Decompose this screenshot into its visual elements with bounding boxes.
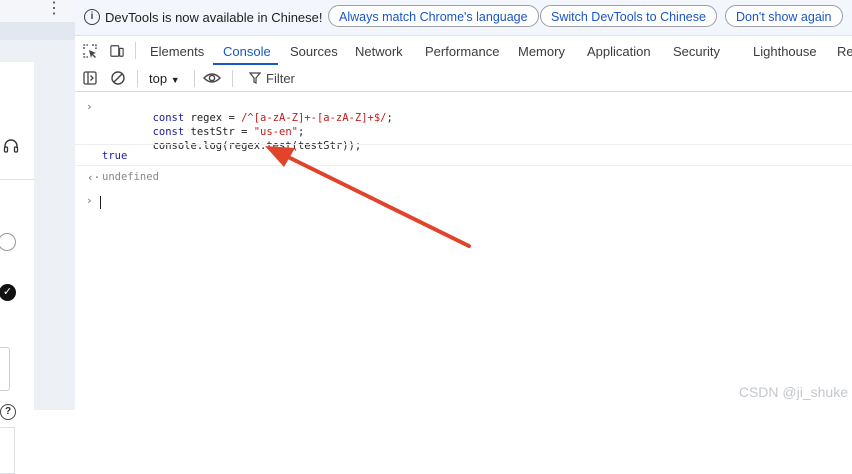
active-tab-indicator [213, 63, 278, 65]
separator [232, 70, 233, 87]
language-infobar: i DevTools is now available in Chinese! … [75, 0, 852, 36]
prompt-chevron-icon: › [86, 194, 93, 207]
switch-to-chinese-button[interactable]: Switch DevTools to Chinese [540, 5, 717, 27]
devtools-tabbar: Elements Console Sources Network Perform… [75, 36, 852, 67]
tab-network[interactable]: Network [355, 44, 403, 59]
page-top-band [0, 0, 75, 22]
log-output-true: true [102, 150, 128, 162]
tab-security[interactable]: Security [673, 44, 720, 59]
devtools-panel: i DevTools is now available in Chinese! … [75, 0, 852, 410]
caret-down-icon: ▼ [170, 75, 180, 85]
console-output: › const regex = /^[a-zA-Z]+-[a-zA-Z]+$/;… [75, 92, 852, 410]
separator [194, 70, 195, 87]
info-icon: i [84, 9, 100, 25]
tab-recorder-partial[interactable]: Re [837, 44, 852, 59]
eye-icon[interactable] [203, 71, 221, 85]
context-value: top [149, 71, 168, 86]
tab-sources[interactable]: Sources [290, 44, 338, 59]
code-token: ; [386, 112, 393, 124]
page-behind-strip: ⋮ ✓ ? [0, 0, 75, 474]
separator [135, 42, 136, 59]
input-box-partial[interactable] [0, 347, 10, 391]
filter-icon [249, 72, 261, 84]
panel-box-partial [0, 427, 15, 474]
page-side-panel: ✓ ? [0, 62, 34, 474]
watermark: CSDN @ji_shuke [738, 384, 848, 400]
divider [75, 165, 852, 166]
separator [137, 70, 138, 87]
infobar-message: DevTools is now available in Chinese! [105, 10, 323, 25]
code-token: console.log(regex.test(testStr)); [152, 140, 362, 152]
always-match-language-button[interactable]: Always match Chrome's language [328, 5, 539, 27]
check-circle-icon[interactable]: ✓ [0, 284, 16, 301]
dont-show-again-button[interactable]: Don't show again [725, 5, 843, 27]
context-selector[interactable]: top ▼ [149, 71, 180, 86]
filter-input[interactable]: Filter [266, 71, 295, 86]
console-prompt-input[interactable] [100, 196, 101, 209]
tab-lighthouse[interactable]: Lighthouse [753, 44, 817, 59]
clear-console-icon[interactable] [111, 71, 125, 85]
tab-performance[interactable]: Performance [425, 44, 499, 59]
sidebar-toggle-icon[interactable] [83, 71, 97, 85]
headset-icon[interactable] [3, 138, 19, 154]
tab-console[interactable]: Console [223, 44, 271, 59]
radio-empty-icon[interactable] [0, 233, 16, 251]
inspect-element-icon[interactable] [83, 44, 97, 58]
tab-elements[interactable]: Elements [150, 44, 204, 59]
divider [0, 179, 34, 180]
tab-memory[interactable]: Memory [518, 44, 565, 59]
page-sub-band [0, 22, 75, 40]
more-vert-icon[interactable]: ⋮ [46, 0, 62, 20]
input-chevron-icon: › [86, 100, 93, 113]
return-arrow-icon: ‹· [87, 171, 101, 184]
console-toolbar: top ▼ Filter [75, 66, 852, 92]
code-line-3: console.log(regex.test(testStr)); [102, 128, 362, 164]
help-icon[interactable]: ? [0, 404, 16, 420]
tab-application[interactable]: Application [587, 44, 651, 59]
divider [75, 144, 852, 145]
device-toolbar-icon[interactable] [110, 44, 124, 58]
return-value: undefined [102, 171, 159, 183]
